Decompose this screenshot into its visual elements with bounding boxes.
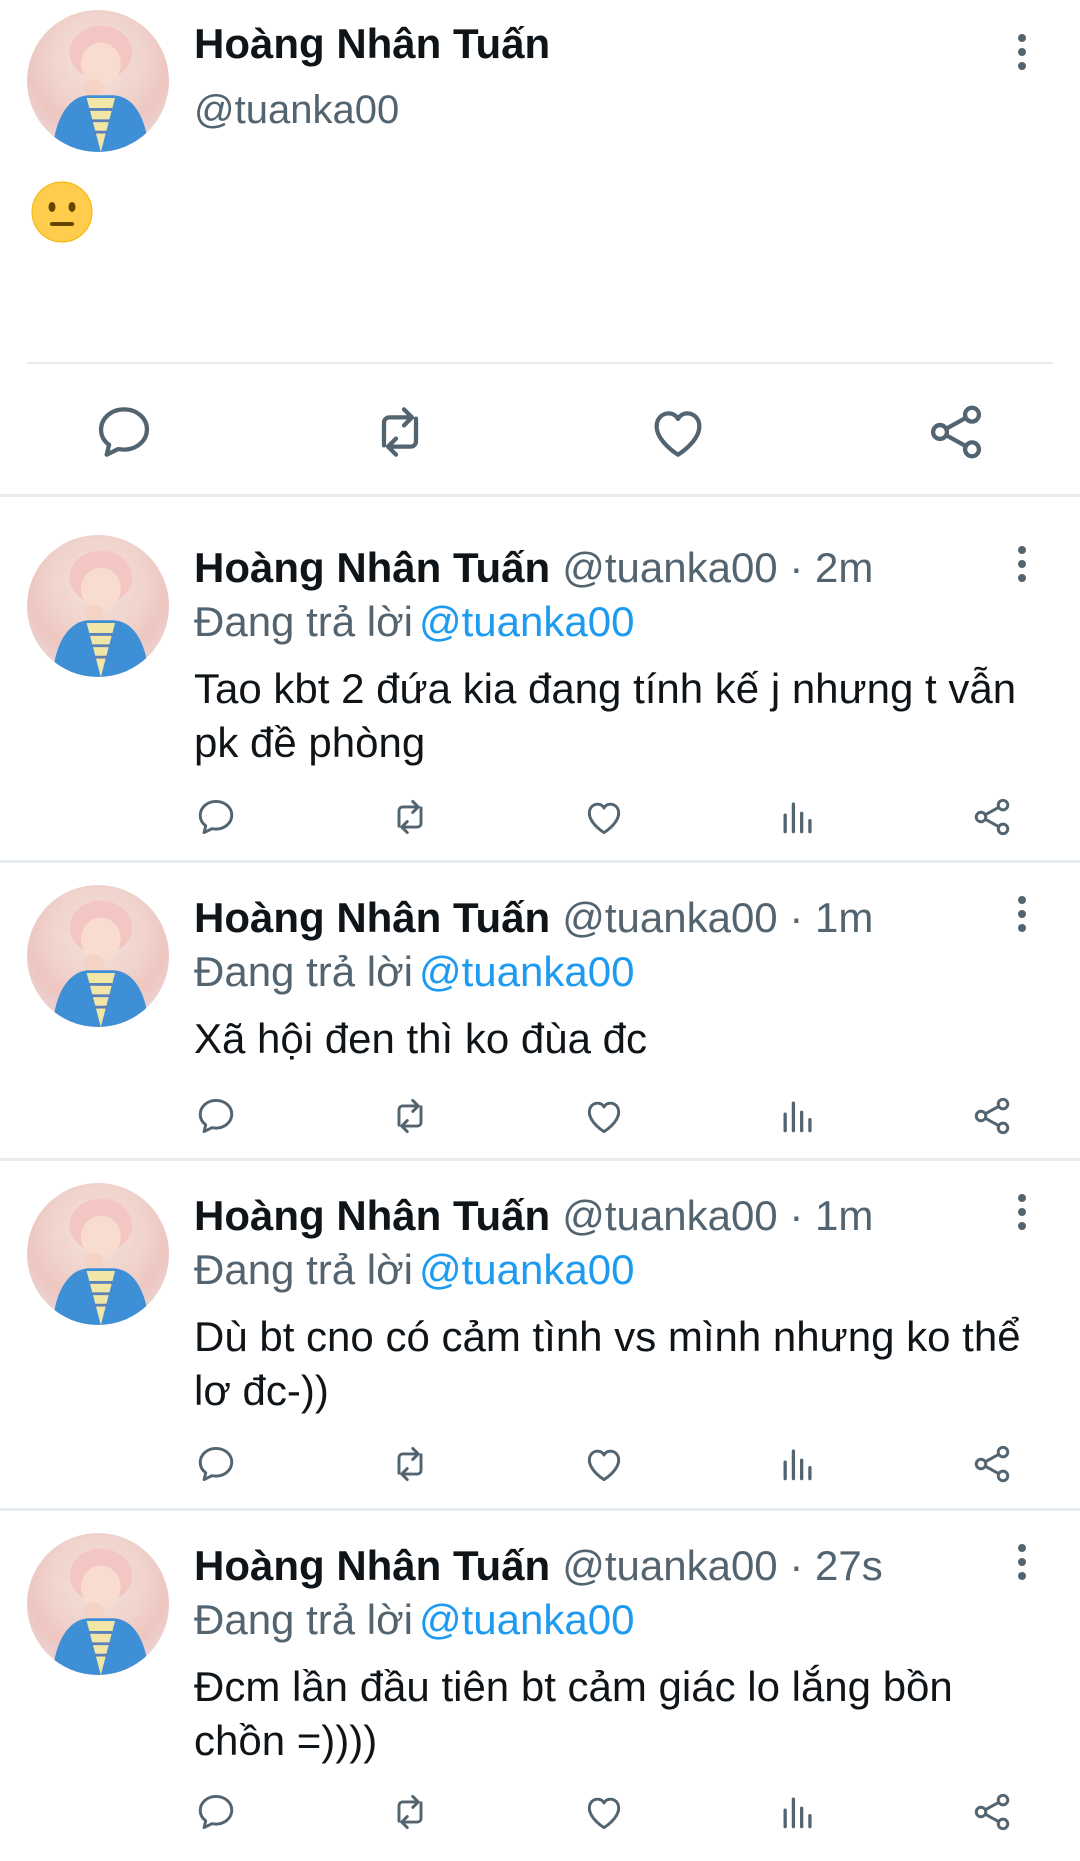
replying-to: Đang trả lời @tuanka00 [194, 1596, 634, 1644]
replying-to: Đang trả lời @tuanka00 [194, 598, 634, 646]
share-icon[interactable] [970, 1790, 1014, 1834]
replying-label: Đang trả lời [194, 1246, 413, 1293]
like-icon[interactable] [582, 1094, 626, 1138]
reply-icon[interactable] [92, 400, 156, 464]
author-name[interactable]: Hoàng Nhân Tuấn [194, 1542, 550, 1589]
reply-tweet[interactable]: Hoàng Nhân Tuấn @tuanka00 · 2m Đang trả l… [0, 530, 1080, 860]
divider [27, 362, 1053, 364]
tweet-separator [0, 494, 1080, 497]
mention-link[interactable]: @tuanka00 [419, 1596, 634, 1643]
author-handle: @tuanka00 [194, 88, 400, 132]
more-options-icon[interactable] [1010, 896, 1034, 940]
reply-tweet[interactable]: Hoàng Nhân Tuấn @tuanka00 · 1m Đang trả l… [0, 880, 1080, 1158]
reply-header: Hoàng Nhân Tuấn @tuanka00 · 1m [194, 894, 873, 942]
reply-tweet[interactable]: Hoàng Nhân Tuấn @tuanka00 · 1m Đang trả l… [0, 1178, 1080, 1508]
tweet-text: Tao kbt 2 đứa kia đang tính kế j nhưng t… [194, 665, 1017, 766]
like-icon[interactable] [582, 1790, 626, 1834]
retweet-icon[interactable] [388, 1442, 432, 1486]
more-options-icon[interactable] [1010, 546, 1034, 590]
avatar[interactable] [27, 535, 169, 677]
replying-to: Đang trả lời @tuanka00 [194, 948, 634, 996]
analytics-icon[interactable] [776, 1094, 820, 1138]
author-name[interactable]: Hoàng Nhân Tuấn [194, 1192, 550, 1239]
retweet-icon[interactable] [388, 795, 432, 839]
replying-label: Đang trả lời [194, 948, 413, 995]
reply-header: Hoàng Nhân Tuấn @tuanka00 · 1m [194, 1192, 873, 1240]
handle-time: @tuanka00 · 2m [562, 544, 874, 591]
avatar[interactable] [27, 10, 169, 152]
tweet-text: Dù bt cno có cảm tình vs mình nhưng ko t… [194, 1313, 1021, 1414]
tweet-text: Xã hội đen thì ko đùa đc [194, 1015, 647, 1062]
author-name[interactable]: Hoàng Nhân Tuấn [194, 20, 550, 68]
more-options-icon[interactable] [1010, 34, 1034, 78]
replying-label: Đang trả lời [194, 1596, 413, 1643]
neutral-face-emoji-icon [31, 181, 93, 243]
analytics-icon[interactable] [776, 795, 820, 839]
reply-icon[interactable] [194, 1094, 238, 1138]
tweet-text: Đcm lần đầu tiên bt cảm giác lo lắng bồn… [194, 1663, 953, 1764]
mention-link[interactable]: @tuanka00 [419, 1246, 634, 1293]
avatar[interactable] [27, 1533, 169, 1675]
reply-header: Hoàng Nhân Tuấn @tuanka00 · 27s [194, 1542, 883, 1590]
like-icon[interactable] [582, 1442, 626, 1486]
handle-time: @tuanka00 · 1m [562, 894, 874, 941]
more-options-icon[interactable] [1010, 1544, 1034, 1588]
analytics-icon[interactable] [776, 1790, 820, 1834]
tweet-separator [0, 860, 1080, 863]
author-name[interactable]: Hoàng Nhân Tuấn [194, 544, 550, 591]
share-icon[interactable] [970, 795, 1014, 839]
author-name[interactable]: Hoàng Nhân Tuấn [194, 894, 550, 941]
replying-to: Đang trả lời @tuanka00 [194, 1246, 634, 1294]
avatar[interactable] [27, 1183, 169, 1325]
reply-icon[interactable] [194, 795, 238, 839]
mention-link[interactable]: @tuanka00 [419, 948, 634, 995]
more-options-icon[interactable] [1010, 1194, 1034, 1238]
share-icon[interactable] [924, 400, 988, 464]
reply-icon[interactable] [194, 1442, 238, 1486]
tweet-separator [0, 1158, 1080, 1161]
share-icon[interactable] [970, 1094, 1014, 1138]
reply-tweet[interactable]: Hoàng Nhân Tuấn @tuanka00 · 27s Đang trả … [0, 1528, 1080, 1858]
reply-header: Hoàng Nhân Tuấn @tuanka00 · 2m [194, 544, 873, 592]
like-icon[interactable] [646, 400, 710, 464]
handle-time: @tuanka00 · 27s [562, 1542, 883, 1589]
avatar[interactable] [27, 885, 169, 1027]
replying-label: Đang trả lời [194, 598, 413, 645]
retweet-icon[interactable] [388, 1790, 432, 1834]
retweet-icon[interactable] [388, 1094, 432, 1138]
mention-link[interactable]: @tuanka00 [419, 598, 634, 645]
analytics-icon[interactable] [776, 1442, 820, 1486]
tweet-separator [0, 1508, 1080, 1511]
reply-icon[interactable] [194, 1790, 238, 1834]
handle-time: @tuanka00 · 1m [562, 1192, 874, 1239]
share-icon[interactable] [970, 1442, 1014, 1486]
retweet-icon[interactable] [368, 400, 432, 464]
like-icon[interactable] [582, 795, 626, 839]
